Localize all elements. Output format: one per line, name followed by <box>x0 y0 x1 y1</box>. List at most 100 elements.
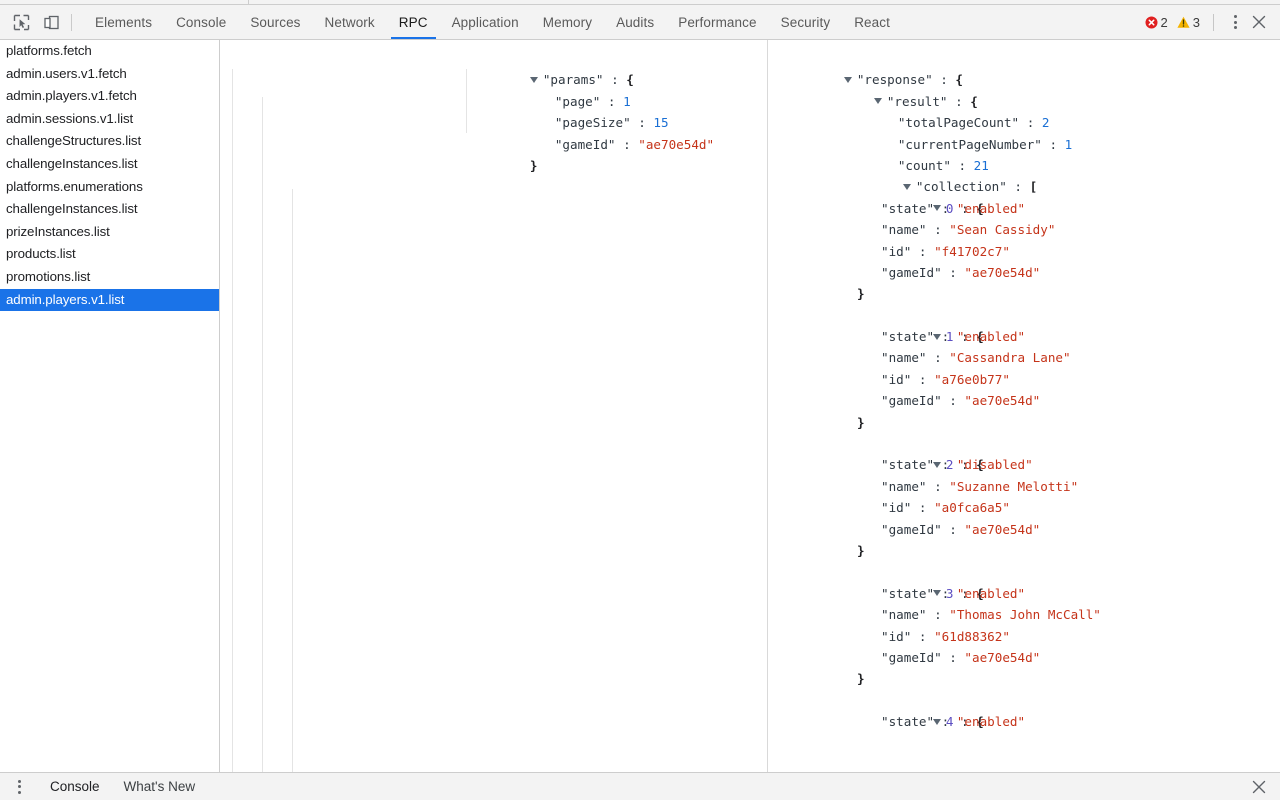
sidebar-item-label: platforms.fetch <box>6 43 92 58</box>
error-counter[interactable]: 2 <box>1145 15 1168 30</box>
sidebar-item-admin-players-v1-fetch[interactable]: admin.players.v1.fetch <box>0 85 219 108</box>
sidebar-item-challengestructures-list[interactable]: challengeStructures.list <box>0 130 219 153</box>
item-field-gameid-1: "gameId" : "ae70e54d" <box>881 393 1041 409</box>
params-root-line[interactable]: "params" : { <box>220 48 767 87</box>
item-close-3: } <box>768 668 1280 689</box>
field-value: "a0fca6a5" <box>934 500 1010 516</box>
collection-item-header-1[interactable]: 1 : { <box>768 305 1280 344</box>
drawer-tab-label: Console <box>50 779 100 794</box>
tab-label: Memory <box>542 14 593 30</box>
tab-performance[interactable]: Performance <box>666 5 768 39</box>
field-key: "state" <box>881 457 935 473</box>
warning-counter[interactable]: 3 <box>1177 15 1200 30</box>
tab-rpc[interactable]: RPC <box>387 5 440 39</box>
collection-item-header-3[interactable]: 3 : { <box>768 561 1280 601</box>
drawer-toolbar: Console What's New <box>0 772 1280 800</box>
devtools-toolbar: Elements Console Sources Network RPC App… <box>0 5 1280 40</box>
field-value: "enabled" <box>956 714 1026 730</box>
collection-item-header-2[interactable]: 2 : { <box>768 433 1280 472</box>
tab-security[interactable]: Security <box>769 5 843 39</box>
drawer-menu-icon[interactable] <box>8 774 30 800</box>
tab-label: Elements <box>95 14 153 30</box>
tab-label: React <box>854 14 890 30</box>
sidebar-item-challengeinstances-list-1[interactable]: challengeInstances.list <box>0 153 219 176</box>
response-currentpagenumber: "currentPageNumber" : 1 <box>897 136 1073 152</box>
item-field-gameid-3: "gameId" : "ae70e54d" <box>881 649 1041 665</box>
drawer-tab-whats-new[interactable]: What's New <box>112 779 208 794</box>
response-pane[interactable]: "response" : { "result" : { "totalPageCo… <box>232 40 1280 772</box>
params-entry-pagesize: "pageSize" : 15 <box>554 115 669 131</box>
sidebar-item-platforms-fetch[interactable]: platforms.fetch <box>0 40 219 63</box>
response-root-line[interactable]: "response" : { <box>768 48 1280 87</box>
tab-sources[interactable]: Sources <box>238 5 312 39</box>
response-collection-line[interactable]: "collection" : [ <box>768 155 1280 194</box>
more-options-icon[interactable] <box>1224 9 1246 35</box>
warning-icon <box>1177 16 1190 29</box>
field-value: "Suzanne Melotti" <box>949 478 1079 494</box>
item-field-id-0: "id" : "f41702c7" <box>881 243 1010 259</box>
field-value: "ae70e54d" <box>964 393 1041 409</box>
sidebar-item-label: challengeStructures.list <box>6 133 142 149</box>
collection-item-header-4[interactable]: 4 : { <box>768 690 1280 729</box>
tab-network[interactable]: Network <box>313 5 387 39</box>
item-close-1: } <box>768 412 1280 433</box>
drawer-tab-console[interactable]: Console <box>38 779 112 794</box>
tab-react[interactable]: React <box>842 5 902 39</box>
field-key: "id" <box>881 371 912 387</box>
item-close-brace: } <box>857 542 865 558</box>
toolbar-separator <box>71 13 72 31</box>
sidebar-item-platforms-enumerations[interactable]: platforms.enumerations <box>0 176 219 199</box>
sidebar-item-promotions-list[interactable]: promotions.list <box>0 266 219 289</box>
drawer-close-icon[interactable] <box>1246 774 1272 800</box>
sidebar-item-label: platforms.enumerations <box>6 178 143 194</box>
rpc-call-list[interactable]: platforms.fetch admin.users.v1.fetch adm… <box>0 40 220 772</box>
collection-item-header-0[interactable]: 0 : { <box>768 176 1280 216</box>
sidebar-item-challengeinstances-list-2[interactable]: challengeInstances.list <box>0 198 219 221</box>
tab-application[interactable]: Application <box>440 5 531 39</box>
tab-elements[interactable]: Elements <box>83 5 164 39</box>
response-totalpagecount: "totalPageCount" : 2 <box>897 115 1050 131</box>
device-toolbar-icon[interactable] <box>38 9 64 35</box>
warning-count-label: 3 <box>1192 14 1200 30</box>
field-key: "gameId" <box>881 649 942 665</box>
item-close-2: } <box>768 540 1280 561</box>
close-devtools-icon[interactable] <box>1246 9 1272 35</box>
sidebar-item-label: products.list <box>6 246 76 262</box>
tab-console[interactable]: Console <box>164 5 238 39</box>
top-strip-divider <box>248 0 249 4</box>
sidebar-item-admin-players-v1-list[interactable]: admin.players.v1.list <box>0 288 219 312</box>
rpc-detail-panes: "params" : { "page" : 1 "pageSize" : 15 … <box>220 40 1280 772</box>
sidebar-item-admin-sessions-v1-list[interactable]: admin.sessions.v1.list <box>0 108 219 131</box>
item-field-state-3: "state" : "enabled" <box>881 585 1026 601</box>
params-pane[interactable]: "params" : { "page" : 1 "pageSize" : 15 … <box>220 40 768 772</box>
item-field-gameid-0: "gameId" : "ae70e54d" <box>881 264 1041 280</box>
field-value: "a76e0b77" <box>934 371 1010 387</box>
inspect-element-icon[interactable] <box>8 9 34 35</box>
sidebar-item-label: prizeInstances.list <box>6 223 110 239</box>
field-key: "id" <box>881 500 912 516</box>
item-close-0: } <box>768 283 1280 304</box>
item-field-name-0: "name" : "Sean Cassidy" <box>881 222 1056 238</box>
sidebar-item-products-list[interactable]: products.list <box>0 243 219 266</box>
item-field-name-2: "name" : "Suzanne Melotti" <box>881 478 1079 494</box>
field-key: "name" <box>881 350 927 366</box>
field-value: "enabled" <box>956 585 1026 601</box>
item-field-id-3: "id" : "61d88362" <box>881 628 1010 644</box>
sidebar-item-label: admin.players.v1.list <box>6 291 125 307</box>
item-close-brace: } <box>857 671 865 687</box>
response-result-line[interactable]: "result" : { <box>768 69 1280 109</box>
field-key: "gameId" <box>881 264 942 280</box>
tab-audits[interactable]: Audits <box>604 5 666 39</box>
tab-label: Sources <box>250 14 301 30</box>
tab-label: Performance <box>678 14 757 30</box>
sidebar-item-prizeinstances-list[interactable]: prizeInstances.list <box>0 221 219 244</box>
sidebar-item-label: admin.players.v1.fetch <box>6 88 137 104</box>
field-value: "61d88362" <box>934 628 1010 644</box>
sidebar-item-admin-users-v1-fetch[interactable]: admin.users.v1.fetch <box>0 63 219 86</box>
field-value: "f41702c7" <box>934 243 1010 259</box>
sidebar-item-label: admin.sessions.v1.list <box>6 110 134 126</box>
item-field-state-2: "state" : "disabled" <box>881 457 1033 473</box>
item-field-id-2: "id" : "a0fca6a5" <box>881 500 1010 516</box>
field-key: "gameId" <box>881 521 942 537</box>
tab-memory[interactable]: Memory <box>531 5 604 39</box>
